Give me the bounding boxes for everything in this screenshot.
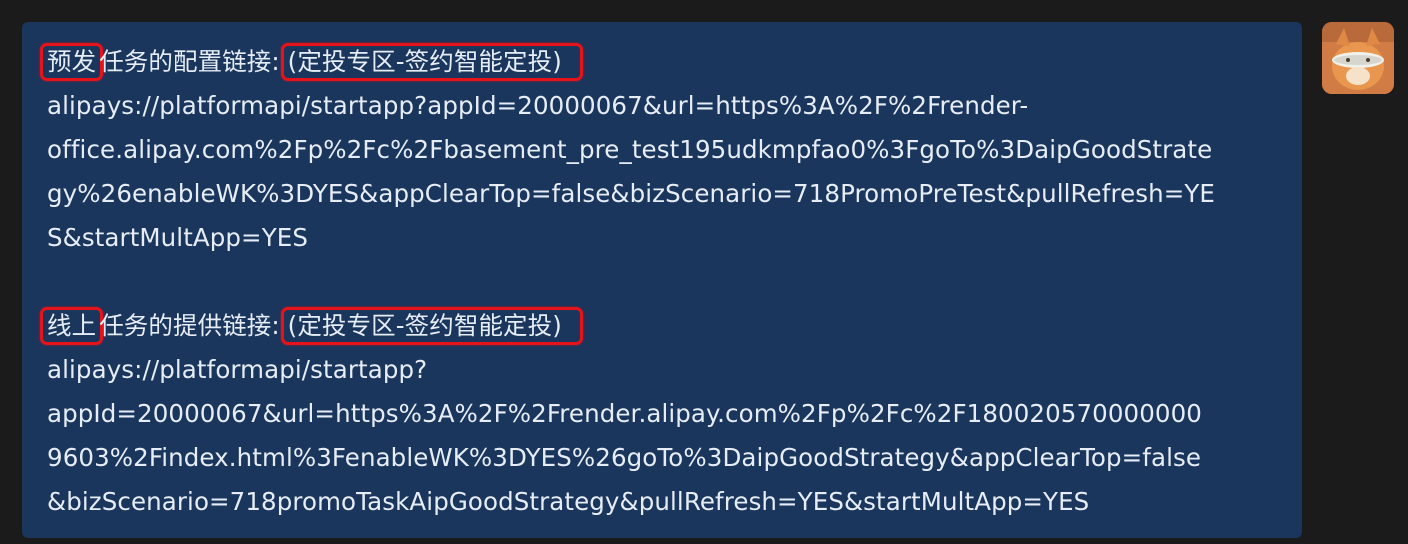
section-heading-preview: 预发 任务的配置链接: (定投专区-签约智能定投) (40, 40, 1278, 84)
online-url-line[interactable]: &bizScenario=718promoTaskAipGoodStrategy… (47, 480, 1278, 524)
online-url-line[interactable]: alipays://platformapi/startapp? (47, 348, 1278, 392)
chat-message-row: 预发 任务的配置链接: (定投专区-签约智能定投) alipays://platf… (0, 0, 1408, 544)
online-badge-highlight: (定投专区-签约智能定投) (280, 307, 583, 345)
online-tag-highlight: 线上 (40, 307, 104, 345)
preview-url-line[interactable]: S&startMultApp=YES (47, 216, 1278, 260)
message-bubble[interactable]: 预发 任务的配置链接: (定投专区-签约智能定投) alipays://platf… (22, 22, 1302, 538)
preview-badge-highlight: (定投专区-签约智能定投) (280, 43, 583, 81)
preview-url-line[interactable]: alipays://platformapi/startapp?appId=200… (47, 84, 1278, 128)
online-url-line[interactable]: 9603%2Findex.html%3FenableWK%3DYES%26goT… (47, 436, 1278, 480)
preview-label: 任务的配置链接: (99, 47, 280, 76)
cat-avatar-icon (1322, 22, 1394, 94)
section-heading-online: 线上 任务的提供链接: (定投专区-签约智能定投) (40, 304, 1278, 348)
preview-url-line[interactable]: gy%26enableWK%3DYES&appClearTop=false&bi… (47, 172, 1278, 216)
preview-url-line[interactable]: office.alipay.com%2Fp%2Fc%2Fbasement_pre… (47, 128, 1278, 172)
preview-tag-highlight: 预发 (40, 43, 104, 81)
avatar[interactable] (1322, 22, 1394, 94)
online-url-line[interactable]: appId=20000067&url=https%3A%2F%2Frender.… (47, 392, 1278, 436)
online-label: 任务的提供链接: (99, 311, 280, 340)
